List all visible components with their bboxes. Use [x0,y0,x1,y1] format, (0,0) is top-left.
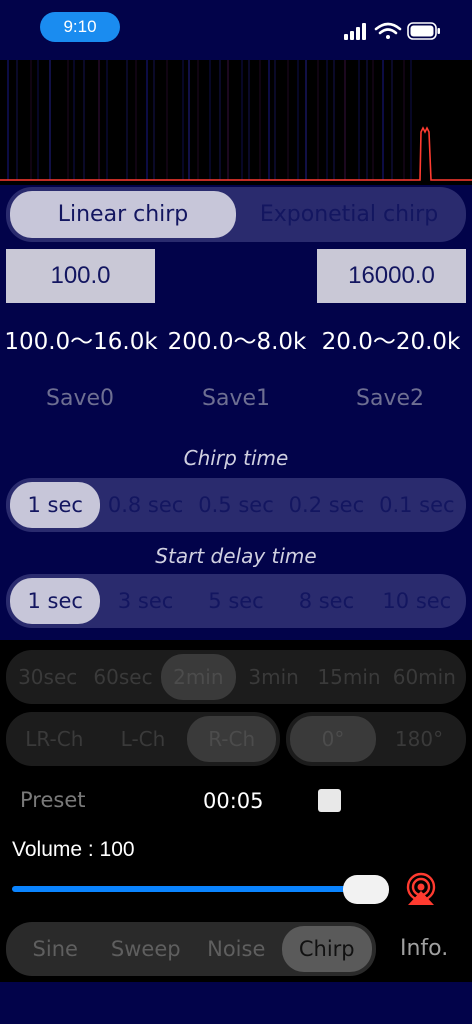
duration-option[interactable]: 15min [311,654,386,700]
end-frequency-field[interactable]: 16000.0 [317,249,466,303]
preset-button[interactable]: Preset [20,788,85,812]
chirp-time-option[interactable]: 0.1 sec [372,482,462,528]
channel-segmented: LR-Ch L-Ch R-Ch [6,712,280,766]
start-delay-option[interactable]: 8 sec [281,578,371,624]
cellular-signal-icon [344,23,366,40]
save0-label: Save0 [46,386,114,411]
chirp-time-option[interactable]: 0.8 sec [100,482,190,528]
volume-label: Volume : 100 [12,838,135,861]
duration-option[interactable]: 60sec [85,654,160,700]
airplay-icon[interactable] [404,872,438,906]
start-delay-option[interactable]: 10 sec [372,578,462,624]
timer-display: 00:05 [203,789,264,813]
save0-button[interactable]: Save0 [0,386,160,411]
volume-slider-track[interactable] [12,886,372,892]
timer-checkbox[interactable] [318,789,341,812]
bottom-bar [0,982,472,1024]
duration-segmented: 30sec 60sec 2min 3min 15min 60min [6,650,466,704]
status-time: 9:10 [40,12,120,42]
range-preset-1[interactable]: 200.0〜8.0k [156,322,318,356]
duration-option[interactable]: 2min [160,654,236,700]
volume-slider-thumb[interactable] [343,875,389,904]
chirp-time-option[interactable]: 0.2 sec [281,482,371,528]
chirp-time-segmented: 1 sec 0.8 sec 0.5 sec 0.2 sec 0.1 sec [6,478,466,532]
info-button[interactable]: Info. [400,936,448,961]
phase-option[interactable]: 180° [376,716,462,762]
channel-option[interactable]: L-Ch [99,716,188,762]
range-preset-0[interactable]: 100.0〜16.0k [0,322,162,356]
status-icons [344,22,440,40]
phase-option[interactable]: 0° [290,716,376,762]
spectrum-trace [0,126,472,181]
channel-option[interactable]: LR-Ch [10,716,99,762]
duration-option[interactable]: 60min [387,654,462,700]
chirp-mode-option[interactable]: Exponetial chirp [236,191,462,238]
start-frequency-field[interactable]: 100.0 [6,249,155,303]
chirp-mode-option[interactable]: Linear chirp [10,191,236,238]
mode-option[interactable]: Sine [10,926,101,972]
end-frequency-value: 16000.0 [348,262,435,289]
preset-label: Preset [20,788,86,812]
channel-option[interactable]: R-Ch [187,716,277,762]
save1-button[interactable]: Save1 [156,386,316,411]
save1-label: Save1 [202,386,270,411]
mode-option[interactable]: Chirp [281,926,372,972]
mode-option[interactable]: Sweep [101,926,192,972]
range-preset-0-label: 100.0〜16.0k [4,329,158,355]
start-delay-option[interactable]: 1 sec [10,578,101,624]
chirp-time-title: Chirp time [183,446,289,470]
mode-segmented: Sine Sweep Noise Chirp [6,922,376,976]
spectrum-display [0,60,472,185]
start-delay-segmented: 1 sec 3 sec 5 sec 8 sec 10 sec [6,574,466,628]
status-time-label: 9:10 [63,17,97,36]
save2-button[interactable]: Save2 [310,386,470,411]
start-frequency-value: 100.0 [50,262,111,289]
start-delay-option[interactable]: 5 sec [191,578,281,624]
start-delay-title: Start delay time [155,544,317,568]
wifi-icon [374,22,402,39]
chirp-time-option[interactable]: 1 sec [10,482,101,528]
info-label: Info. [400,936,449,961]
battery-icon [407,22,440,40]
range-preset-2[interactable]: 20.0〜20.0k [310,322,472,356]
save2-label: Save2 [356,386,424,411]
duration-option[interactable]: 30sec [10,654,85,700]
phase-segmented: 0° 180° [286,712,466,766]
duration-option[interactable]: 3min [236,654,311,700]
chirp-mode-segmented: Linear chirp Exponetial chirp [6,187,466,242]
range-preset-1-label: 200.0〜8.0k [167,329,307,355]
chirp-time-option[interactable]: 0.5 sec [191,482,281,528]
range-preset-2-label: 20.0〜20.0k [321,329,461,355]
start-delay-option[interactable]: 3 sec [100,578,190,624]
mode-option[interactable]: Noise [191,926,282,972]
spectrum-background-lines [7,60,412,180]
